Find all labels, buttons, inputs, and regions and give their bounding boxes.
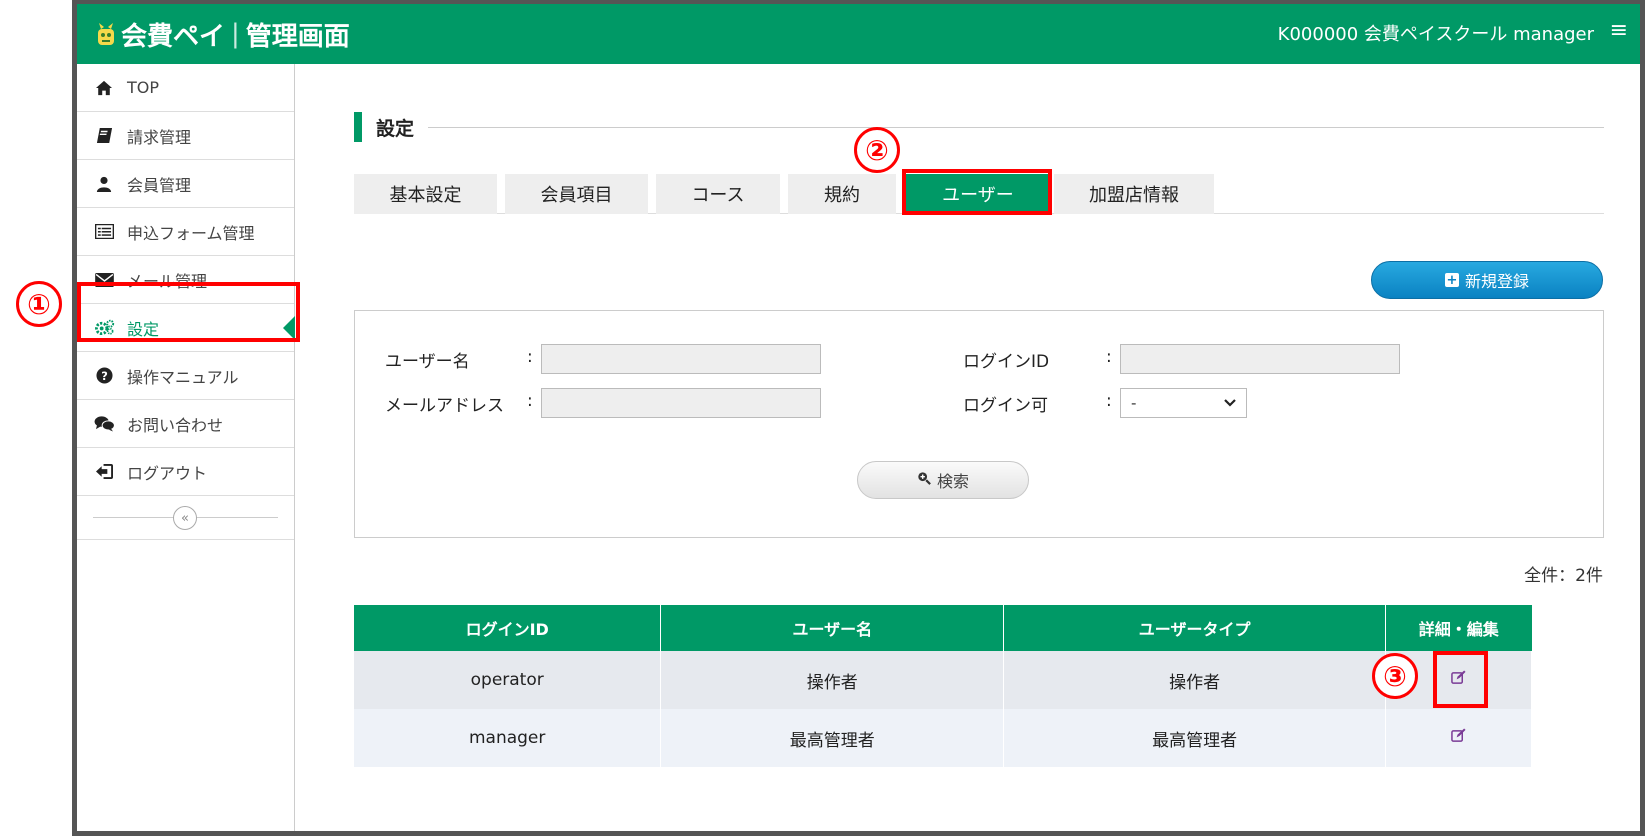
logo-separator: | xyxy=(231,19,240,49)
zoom-in-icon xyxy=(917,471,931,489)
edit-icon[interactable] xyxy=(1451,728,1466,743)
sidebar-item-top[interactable]: TOP xyxy=(77,64,294,112)
sidebar-item-forms[interactable]: 申込フォーム管理 xyxy=(77,208,294,256)
home-icon xyxy=(93,78,115,98)
users-table: ログインID ユーザー名 ユーザータイプ 詳細・編集 operator 操作者 … xyxy=(354,605,1532,767)
tab-merchant-info[interactable]: 加盟店情報 xyxy=(1054,174,1214,214)
collapse-sidebar-button[interactable]: « xyxy=(173,506,197,530)
column-header-user-type[interactable]: ユーザータイプ xyxy=(1003,605,1387,651)
plus-square-icon: + xyxy=(1444,272,1459,288)
sidebar-item-manual[interactable]: ? 操作マニュアル xyxy=(77,352,294,400)
loginid-colon: : xyxy=(1106,347,1112,367)
question-icon: ? xyxy=(93,366,115,386)
sidebar-item-label: 申込フォーム管理 xyxy=(127,223,255,243)
app-window: 会費ペイ | 管理画面 K000000 会費ペイスクール manager ≡ T… xyxy=(72,0,1645,836)
sidebar-item-label: 操作マニュアル xyxy=(127,367,239,387)
main-content: 設定 基本設定 会員項目 コース 規約 ユーザー 加盟店情報 + 新規登録 ユー… xyxy=(296,64,1640,831)
user-icon xyxy=(93,174,115,194)
tab-basic-settings[interactable]: 基本設定 xyxy=(354,174,497,214)
username-input[interactable] xyxy=(541,344,821,374)
cell-user-name: 操作者 xyxy=(660,651,1005,709)
new-registration-button[interactable]: + 新規登録 xyxy=(1371,261,1603,299)
app-logo[interactable]: 会費ペイ | 管理画面 xyxy=(95,16,350,52)
tab-terms[interactable]: 規約 xyxy=(788,174,896,214)
username-colon: : xyxy=(527,347,533,367)
logo-mascot-icon xyxy=(98,23,114,45)
sidebar-item-members[interactable]: 会員管理 xyxy=(77,160,294,208)
book-icon xyxy=(93,126,115,146)
account-info: K000000 会費ペイスクール manager xyxy=(1277,24,1594,45)
logout-icon xyxy=(93,462,115,482)
sidebar-collapse-row: « xyxy=(77,496,294,540)
annotation-box-settings xyxy=(77,282,300,342)
email-colon: : xyxy=(527,391,533,411)
search-button-label: 検索 xyxy=(936,472,969,491)
double-chevron-left-icon: « xyxy=(181,510,189,526)
sidebar-item-label: お問い合わせ xyxy=(127,415,224,435)
heading-accent-bar xyxy=(354,112,362,142)
hamburger-icon[interactable]: ≡ xyxy=(1610,18,1628,43)
annotation-box-edit xyxy=(1433,651,1488,708)
annotation-badge-3: ③ xyxy=(1372,653,1418,699)
tab-courses[interactable]: コース xyxy=(656,174,780,214)
sidebar-item-logout[interactable]: ログアウト xyxy=(77,448,294,496)
loginid-label: ログインID xyxy=(963,352,1050,372)
cell-login-id: manager xyxy=(354,709,662,767)
loginable-colon: : xyxy=(1106,391,1112,411)
page-title: 設定 xyxy=(376,117,415,140)
annotation-box-users-tab xyxy=(902,169,1052,215)
table-row: manager 最高管理者 最高管理者 xyxy=(354,709,1532,767)
result-count: 全件：2件 xyxy=(1524,566,1603,586)
loginable-selected-value: - xyxy=(1131,394,1137,412)
top-bar: 会費ペイ | 管理画面 K000000 会費ペイスクール manager ≡ xyxy=(77,4,1640,64)
sidebar-item-contact[interactable]: お問い合わせ xyxy=(77,400,294,448)
chevron-down-icon xyxy=(1224,399,1236,407)
screen-name: 管理画面 xyxy=(245,21,350,52)
cell-edit xyxy=(1385,709,1532,767)
cell-user-type: 最高管理者 xyxy=(1003,709,1387,767)
new-registration-label: 新規登録 xyxy=(1464,272,1529,291)
search-button[interactable]: 検索 xyxy=(857,461,1029,499)
loginid-input[interactable] xyxy=(1120,344,1400,374)
sidebar-item-billing[interactable]: 請求管理 xyxy=(77,112,294,160)
column-header-user-name[interactable]: ユーザー名 xyxy=(660,605,1005,651)
column-header-detail-edit: 詳細・編集 xyxy=(1385,605,1532,651)
column-header-login-id[interactable]: ログインID xyxy=(354,605,662,651)
sidebar-item-label: 会員管理 xyxy=(127,175,192,195)
email-input[interactable] xyxy=(541,388,821,418)
heading-rule xyxy=(428,126,1604,128)
table-header-row: ログインID ユーザー名 ユーザータイプ 詳細・編集 xyxy=(354,605,1532,651)
sidebar-item-label: 請求管理 xyxy=(127,127,192,147)
app-name: 会費ペイ xyxy=(121,21,226,52)
loginable-label: ログイン可 xyxy=(963,396,1048,416)
username-label: ユーザー名 xyxy=(385,352,470,372)
sidebar-item-label: ログアウト xyxy=(127,463,208,483)
table-row: operator 操作者 操作者 xyxy=(354,651,1532,709)
cell-user-name: 最高管理者 xyxy=(660,709,1005,767)
cell-user-type: 操作者 xyxy=(1003,651,1387,709)
annotation-badge-1: ① xyxy=(16,281,62,327)
sidebar: TOP 請求管理 会員管理 申込フォーム管理 メール管理 設定 ? 操作マニュア… xyxy=(77,64,295,831)
tab-member-fields[interactable]: 会員項目 xyxy=(505,174,648,214)
list-icon xyxy=(93,222,115,242)
svg-text:?: ? xyxy=(101,369,108,383)
search-panel: ユーザー名 : メールアドレス : ログインID : ログイン可 : - 検索 xyxy=(354,310,1604,538)
loginable-select[interactable]: - xyxy=(1120,388,1247,418)
cell-login-id: operator xyxy=(354,651,662,709)
sidebar-item-label: TOP xyxy=(127,78,160,97)
page-heading: 設定 xyxy=(354,112,1604,142)
chat-icon xyxy=(93,414,115,434)
annotation-badge-2: ② xyxy=(854,127,900,173)
email-label: メールアドレス xyxy=(385,396,504,416)
